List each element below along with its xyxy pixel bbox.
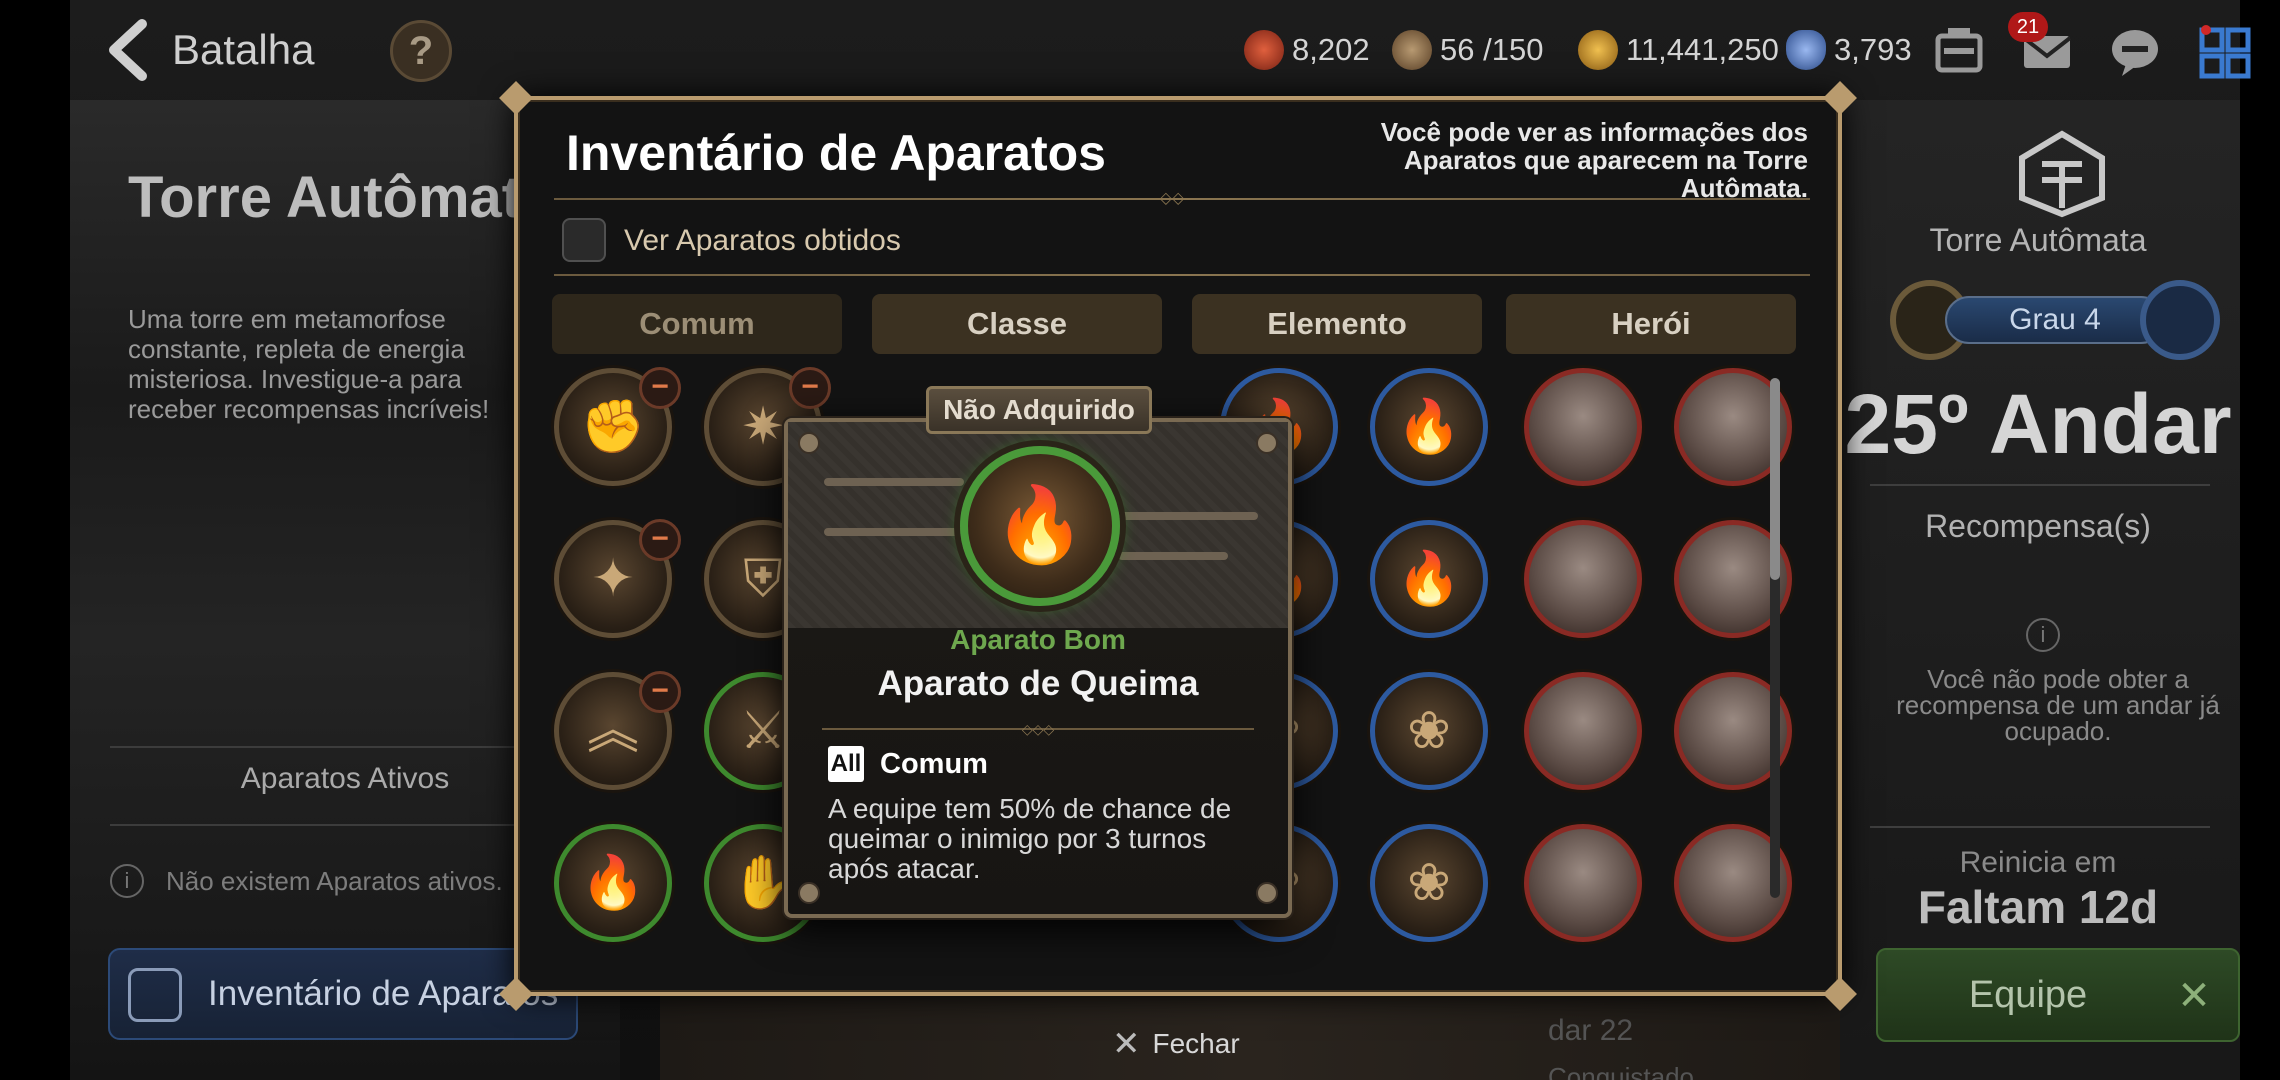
- tab-classe[interactable]: Classe: [872, 294, 1162, 354]
- top-bar: Batalha ? 8,202 56 /150 11,441,250 3,793…: [0, 0, 2280, 100]
- scrollbar-thumb[interactable]: [1770, 378, 1780, 580]
- hero-portrait[interactable]: [1524, 520, 1642, 638]
- flame-icon: 🔥: [1396, 550, 1462, 608]
- apparatus-item[interactable]: ︽ −: [554, 671, 681, 790]
- divider-ornament: ◇◇◇: [1021, 721, 1055, 737]
- reset-label: Reinicia em: [1959, 846, 2117, 879]
- resource-coin-bag[interactable]: 56 /150: [1392, 26, 1543, 74]
- apparatus-item[interactable]: ✦ −: [554, 519, 681, 638]
- pipe-decoration: [824, 478, 964, 486]
- mail-badge: 21: [2008, 12, 2048, 42]
- not-acquired-tag: Não Adquirido: [926, 386, 1152, 434]
- close-button[interactable]: ✕ Fechar: [1112, 1024, 1240, 1064]
- menu-grid-icon[interactable]: [2196, 22, 2254, 80]
- orb-icon: [2140, 280, 2220, 360]
- apparatus-item[interactable]: 🔥: [1370, 520, 1488, 638]
- grade-label: Grau 4: [1945, 296, 2165, 344]
- apparatus-name: Aparato de Queima: [877, 664, 1199, 703]
- tower-description: Uma torre em metamorfose constante, repl…: [128, 304, 490, 424]
- owned-filter-checkbox[interactable]: [562, 218, 606, 262]
- storage-icon[interactable]: [1930, 22, 1988, 80]
- back-arrow-icon[interactable]: [100, 18, 160, 82]
- resource-gold[interactable]: 11,441,250: [1578, 26, 1779, 74]
- divider: [1870, 826, 2210, 828]
- divider: [554, 274, 1810, 276]
- apparatus-item[interactable]: 🔥: [1370, 368, 1488, 486]
- selected-apparatus-icon: 🔥: [960, 446, 1120, 606]
- tab-comum[interactable]: Comum: [552, 294, 842, 354]
- camera-bag-icon: [128, 968, 182, 1022]
- stamina-icon: [1244, 30, 1284, 70]
- hero-portrait[interactable]: [1524, 824, 1642, 942]
- type-badge: All: [828, 746, 864, 782]
- grade-indicator: Grau 4: [1890, 280, 2220, 360]
- apparatus-description: A equipe tem 50% de chance de queimar o …: [828, 793, 1232, 884]
- minus-icon: −: [639, 367, 681, 409]
- no-active-apparatus: i Não existem Aparatos ativos.: [110, 864, 503, 898]
- tab-heroi[interactable]: Herói: [1506, 294, 1796, 354]
- dialog-title: Inventário de Aparatos: [566, 125, 1106, 181]
- bolt-icon: [1256, 882, 1278, 904]
- flame-icon: 🔥: [580, 854, 646, 912]
- pipe-decoration: [1118, 512, 1258, 520]
- bolt-icon: [798, 882, 820, 904]
- divider: [1870, 484, 2210, 486]
- gear-hand-icon: ❀: [1407, 702, 1451, 760]
- hero-portrait[interactable]: [1524, 368, 1642, 486]
- page-title: Batalha: [172, 26, 315, 73]
- apparatus-item[interactable]: ✊ −: [554, 367, 681, 486]
- resource-stamina[interactable]: 8,202: [1244, 26, 1370, 74]
- divider: [110, 746, 580, 748]
- background-floor-label: dar 22: [1548, 1014, 1634, 1047]
- flame-icon: 🔥: [993, 483, 1087, 566]
- crystal-icon: [1786, 30, 1826, 70]
- flame-icon: 🔥: [1396, 398, 1462, 456]
- tower-name: Torre Autômata: [1929, 222, 2147, 258]
- crossed-swords-icon: ✕: [2177, 974, 2211, 1018]
- floor-number: 25º Andar: [1844, 377, 2232, 471]
- apparatus-item[interactable]: ❀: [1370, 672, 1488, 790]
- background-floor-status: Conquistado: [1548, 1062, 1694, 1080]
- pipe-decoration: [1118, 552, 1228, 560]
- owned-filter-label[interactable]: Ver Aparatos obtidos: [624, 224, 901, 258]
- bolt-icon: [1256, 432, 1278, 454]
- apparatus-quality: Aparato Bom: [950, 624, 1126, 655]
- hero-portrait[interactable]: [1524, 672, 1642, 790]
- minus-icon: −: [639, 671, 681, 713]
- reward-note: Você não pode obter a recompensa de um a…: [1896, 664, 2220, 746]
- minus-icon: −: [789, 367, 831, 409]
- info-icon: i: [2026, 618, 2060, 652]
- apparatus-type: Comum: [880, 748, 988, 780]
- pipe-decoration: [824, 528, 964, 536]
- team-button[interactable]: Equipe ✕: [1876, 948, 2240, 1042]
- dialog-subtitle: Você pode ver as informações dos Aparato…: [1380, 117, 1808, 203]
- gear-hand-icon: ❀: [1407, 854, 1451, 912]
- chat-icon[interactable]: [2106, 22, 2164, 80]
- divider-ornament: ◇◇: [1159, 190, 1185, 207]
- gold-icon: [1578, 30, 1618, 70]
- bolt-icon: [798, 432, 820, 454]
- resource-crystal[interactable]: 3,793: [1786, 26, 1912, 74]
- tower-icon: [2012, 128, 2112, 218]
- apparatus-item[interactable]: 🔥: [554, 824, 672, 942]
- reward-heading: Recompensa(s): [1925, 508, 2151, 544]
- coin-bag-icon: [1392, 30, 1432, 70]
- close-icon: ✕: [1112, 1025, 1141, 1063]
- minus-icon: −: [639, 519, 681, 561]
- info-icon: i: [110, 864, 144, 898]
- help-button[interactable]: ?: [390, 20, 452, 82]
- divider: [110, 824, 580, 826]
- apparatus-item[interactable]: ❀: [1370, 824, 1488, 942]
- tab-elemento[interactable]: Elemento: [1192, 294, 1482, 354]
- tower-title: Torre Autômata: [128, 165, 554, 230]
- reset-countdown: Faltam 12d: [1917, 881, 2159, 933]
